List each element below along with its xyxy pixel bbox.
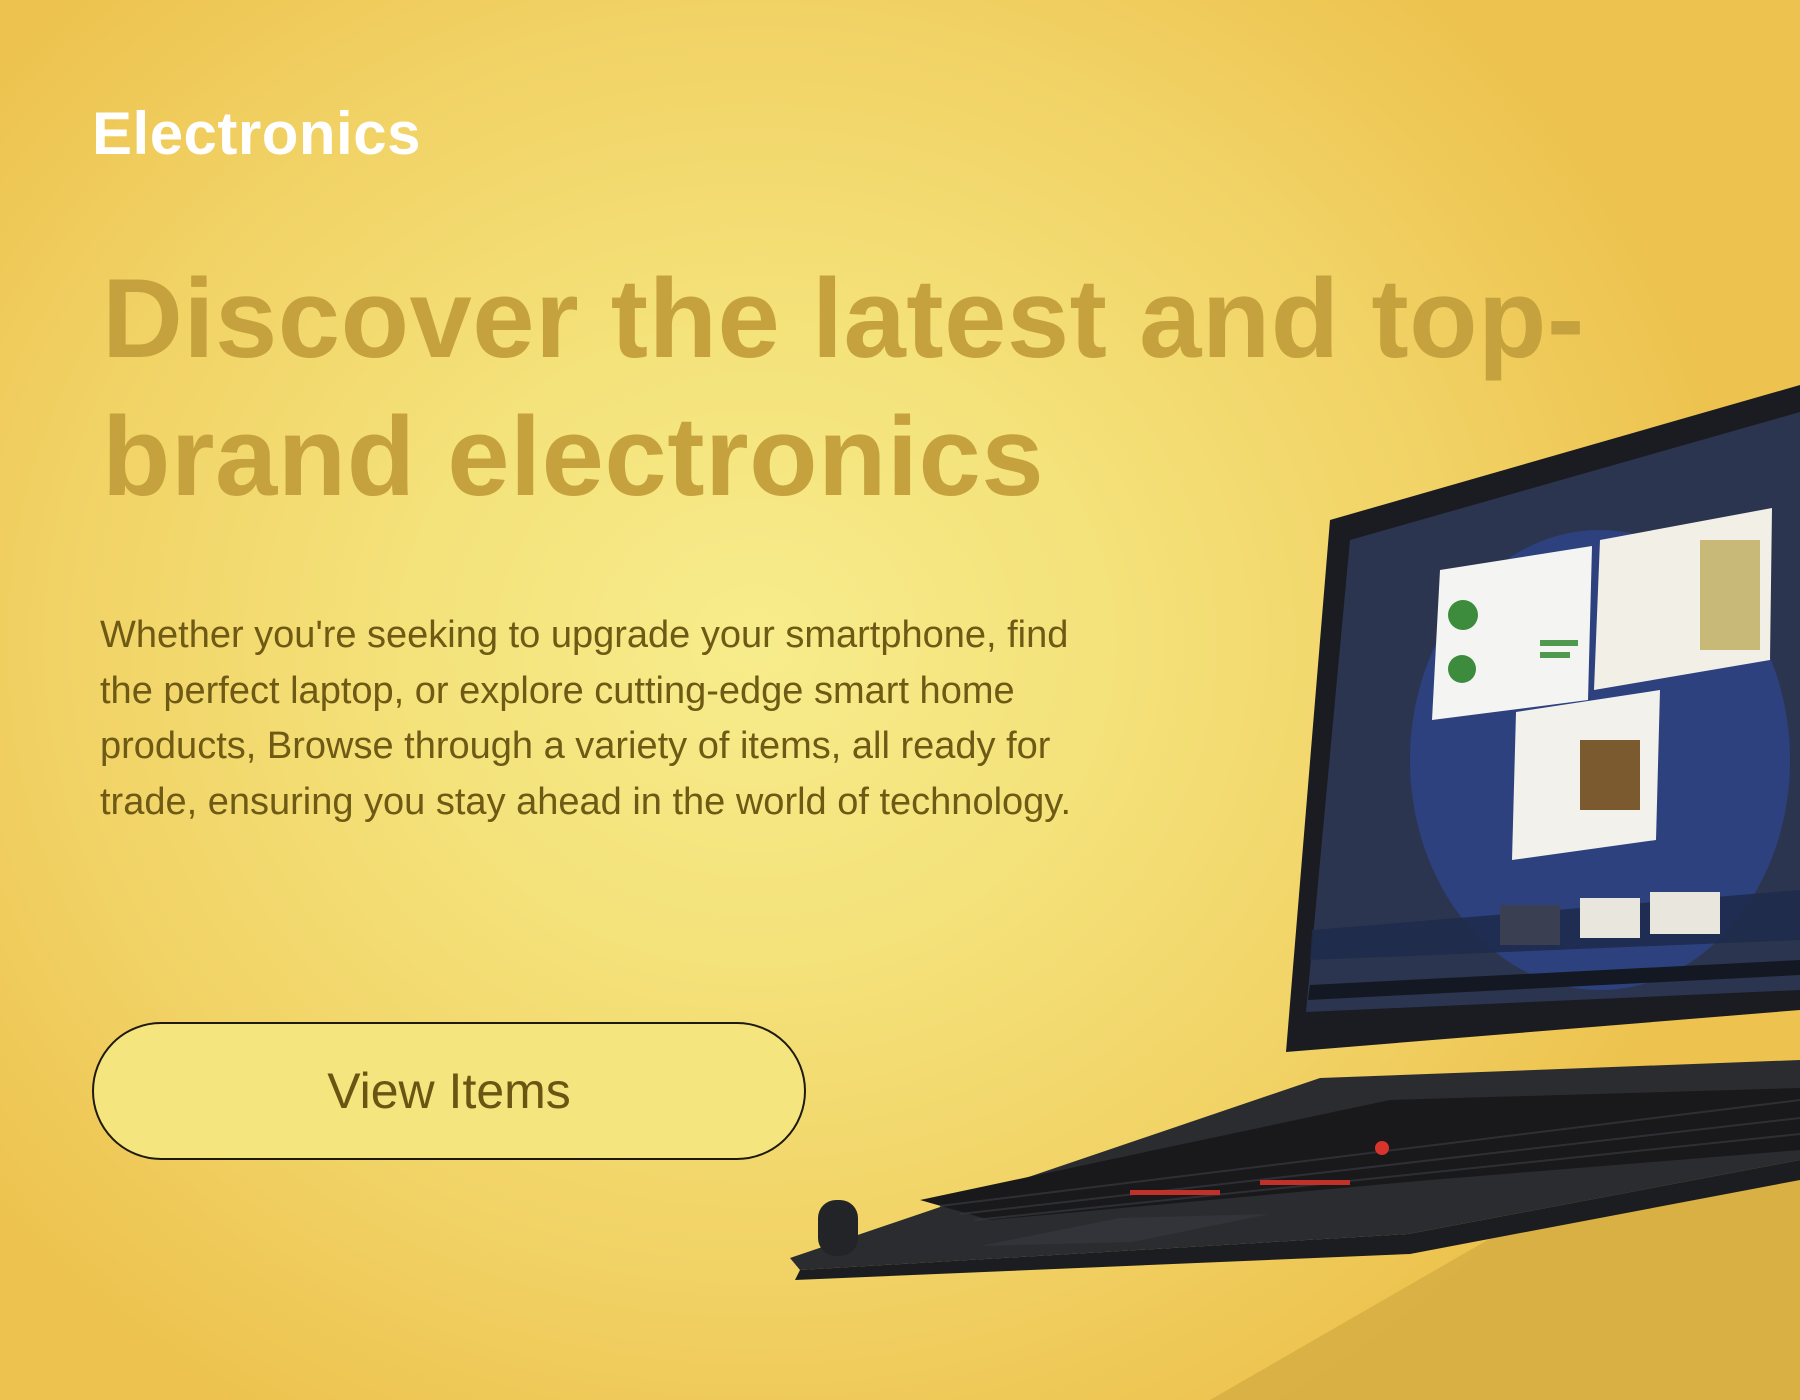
laptop-image <box>790 385 1800 1280</box>
trackpoint <box>1375 1141 1389 1155</box>
view-items-button[interactable]: View Items <box>92 1022 806 1160</box>
app-window-spreadsheet <box>1432 546 1592 720</box>
category-title: Electronics <box>92 100 421 167</box>
electronics-banner: Electronics Discover the latest and top-… <box>0 0 1800 1400</box>
